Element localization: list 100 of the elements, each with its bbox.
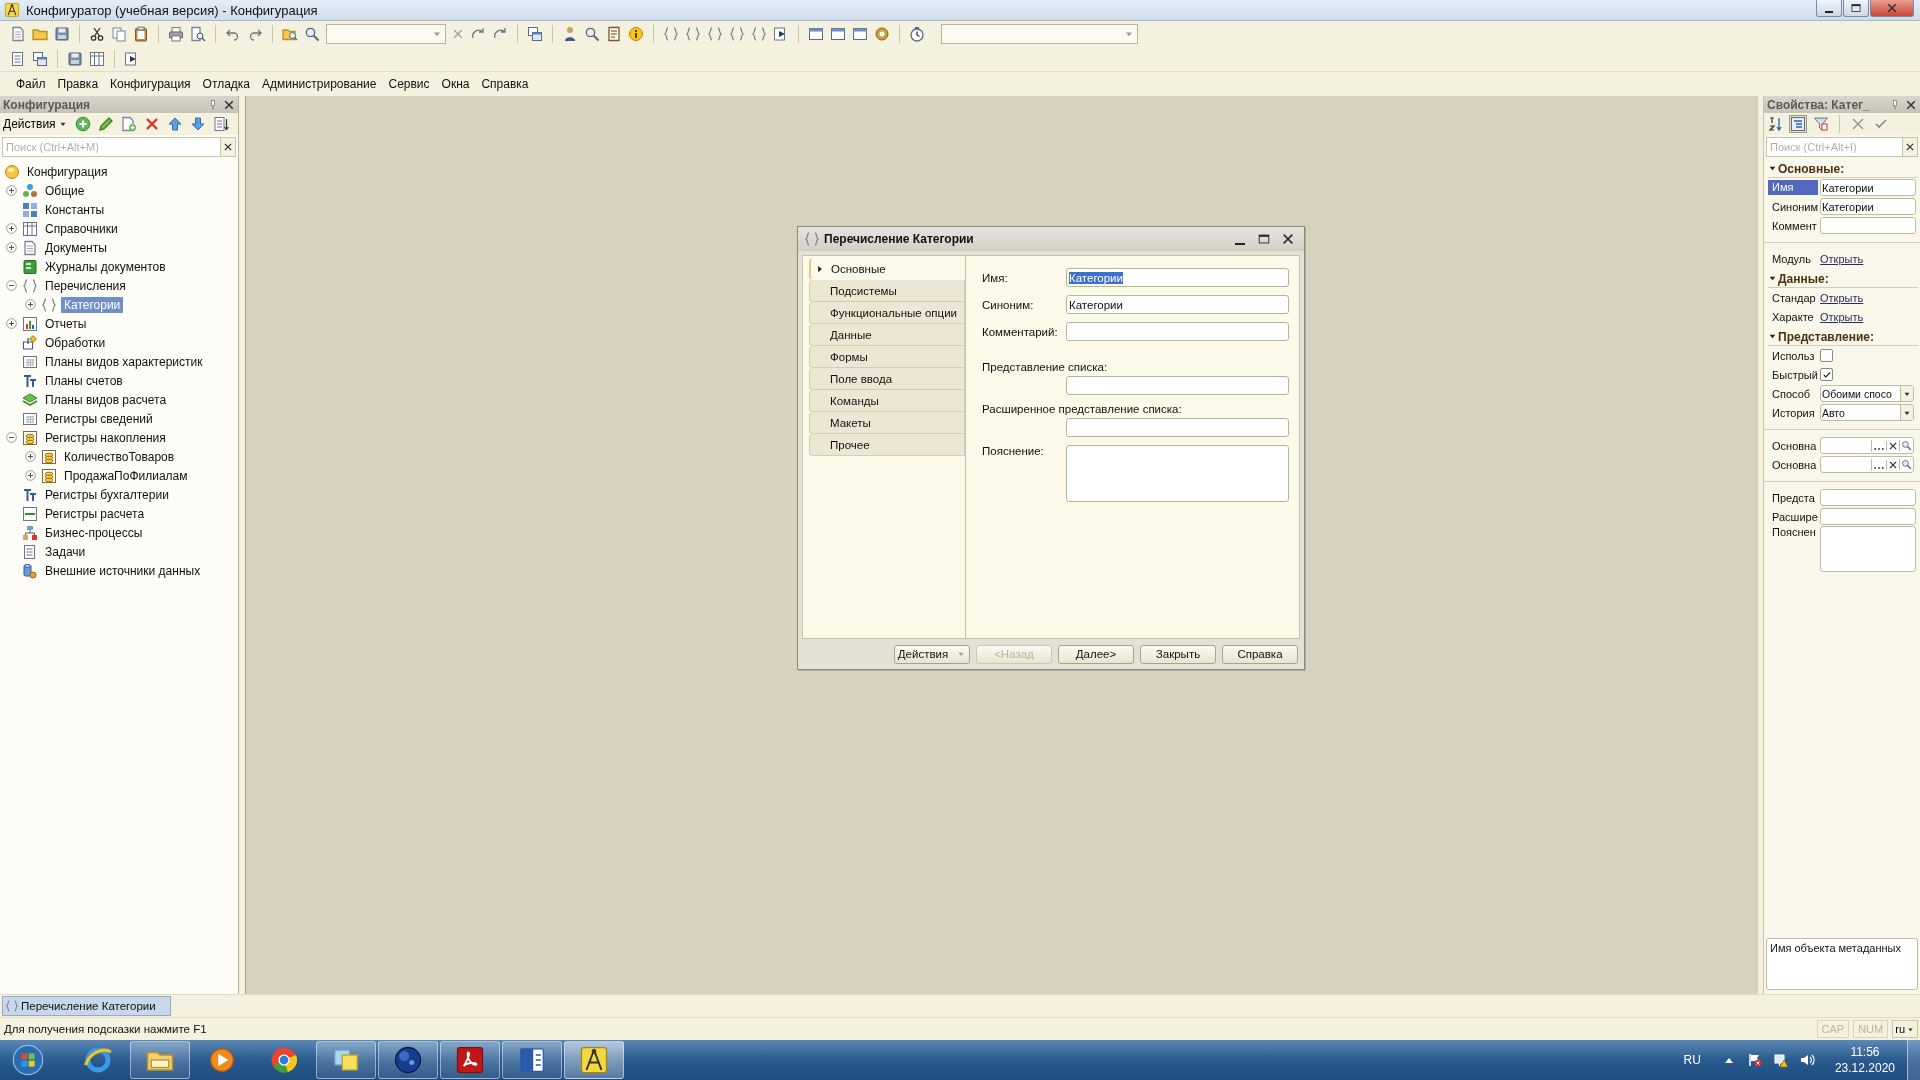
tree-item[interactable]: Общие <box>42 182 88 199</box>
menu-item[interactable]: Администрирование <box>256 77 383 91</box>
close-button[interactable] <box>1870 0 1914 17</box>
tree-item[interactable]: Обработки <box>42 334 109 351</box>
combo-field[interactable] <box>941 24 1138 44</box>
info-icon[interactable] <box>628 26 644 42</box>
property-label[interactable]: Синоним <box>1768 200 1818 213</box>
property-label[interactable]: Характе <box>1768 310 1818 323</box>
open-link[interactable]: Открыть <box>1820 291 1864 304</box>
clear-button[interactable] <box>220 137 236 157</box>
collapse-icon[interactable] <box>1768 164 1777 173</box>
text-field[interactable]: Категории <box>1066 295 1289 314</box>
expander-icon[interactable] <box>5 280 17 291</box>
close-icon[interactable] <box>1905 98 1917 111</box>
collapse-icon[interactable] <box>1768 274 1777 283</box>
menu-item[interactable]: Окна <box>435 77 476 91</box>
language-button[interactable]: ru <box>1892 1020 1918 1038</box>
sort-icon[interactable] <box>212 116 229 132</box>
maximize-button[interactable] <box>1843 0 1869 17</box>
search-icon[interactable] <box>1899 459 1913 470</box>
expander-icon[interactable] <box>5 223 17 234</box>
flag-icon[interactable] <box>1746 1052 1763 1068</box>
taskbar-button[interactable] <box>378 1041 438 1079</box>
figure-icon[interactable] <box>562 26 578 42</box>
sort-icon[interactable] <box>1767 116 1783 132</box>
language-indicator[interactable]: RU <box>1683 1053 1701 1067</box>
tree-item[interactable]: Планы видов характеристик <box>42 353 206 370</box>
search-field[interactable]: Поиск (Ctrl+Alt+M) <box>2 137 220 157</box>
taskbar-button[interactable] <box>502 1041 562 1079</box>
tree-item[interactable]: Внешние источники данных <box>42 562 204 579</box>
menu-item[interactable]: Файл <box>10 77 52 91</box>
text-field[interactable] <box>1066 418 1289 437</box>
tab[interactable]: Макеты <box>809 412 965 434</box>
tree-item[interactable]: ПродажаПоФилиалам <box>61 467 191 484</box>
pencil-icon[interactable] <box>97 116 114 132</box>
clock-time[interactable]: 11:56 <box>1850 1045 1880 1059</box>
folder-search-icon[interactable] <box>282 26 298 42</box>
network-icon[interactable] <box>1772 1052 1789 1068</box>
property-label[interactable]: Стандар <box>1768 291 1818 304</box>
filter-icon[interactable] <box>1813 116 1829 132</box>
tab[interactable]: Функциональные опции <box>809 302 965 324</box>
tree-item[interactable]: Конфигурация <box>24 163 111 180</box>
window-tab[interactable]: Перечисление Категории <box>2 996 171 1016</box>
text-field[interactable]: Категории <box>1820 179 1916 196</box>
text-field[interactable] <box>1066 376 1289 395</box>
property-label[interactable]: Модуль <box>1768 252 1818 265</box>
tree-item[interactable]: Планы счетов <box>42 372 126 389</box>
tab[interactable]: Формы <box>809 346 965 368</box>
tab[interactable]: Данные <box>809 324 965 346</box>
menu-item[interactable]: Конфигурация <box>104 77 197 91</box>
property-label[interactable]: Быстрый <box>1768 368 1818 381</box>
speaker-icon[interactable] <box>1798 1052 1815 1068</box>
search-field[interactable]: Поиск (Ctrl+Alt+I) <box>1766 137 1902 157</box>
clock-icon[interactable] <box>909 26 925 42</box>
list-icon[interactable] <box>10 51 26 67</box>
window-icon[interactable] <box>830 26 846 42</box>
open-link[interactable]: Открыть <box>1820 252 1864 265</box>
up-arrow-icon[interactable] <box>166 116 183 132</box>
text-field[interactable] <box>1820 489 1916 506</box>
dropdown-button[interactable] <box>1900 405 1913 420</box>
tree-item[interactable]: Регистры накопления <box>42 429 169 446</box>
close-icon[interactable] <box>223 98 235 111</box>
tree-item[interactable]: Регистры бухгалтерии <box>42 486 172 503</box>
page-icon[interactable] <box>10 26 26 42</box>
checkbox[interactable] <box>1820 368 1833 381</box>
text-field[interactable] <box>1066 322 1289 341</box>
ellipsis-icon[interactable] <box>1871 458 1886 471</box>
clear-icon[interactable] <box>1886 459 1899 470</box>
window-icon[interactable] <box>808 26 824 42</box>
expander-icon[interactable] <box>5 185 17 196</box>
copy-icon[interactable] <box>111 26 127 42</box>
tree-item[interactable]: Бизнес-процессы <box>42 524 146 541</box>
tree-item[interactable]: Регистры расчета <box>42 505 148 522</box>
expander-icon[interactable] <box>5 242 17 253</box>
tab[interactable]: Прочее <box>809 434 965 456</box>
windows-icon[interactable] <box>527 26 543 42</box>
search-icon[interactable] <box>304 26 320 42</box>
tree-item[interactable]: Документы <box>42 239 110 256</box>
dropdown-button[interactable] <box>1900 386 1913 401</box>
search-icon[interactable] <box>584 26 600 42</box>
dialog-button[interactable]: Закрыть <box>1140 644 1216 664</box>
property-label[interactable]: Пояснен <box>1768 526 1818 538</box>
tab[interactable]: Поле ввода <box>809 368 965 390</box>
clear-icon[interactable] <box>1886 440 1899 451</box>
clock-date[interactable]: 23.12.2020 <box>1834 1061 1895 1075</box>
tree-item[interactable]: Планы видов расчета <box>42 391 170 408</box>
braces-icon[interactable] <box>751 26 767 42</box>
braces-icon[interactable] <box>685 26 701 42</box>
menu-item[interactable]: Правка <box>51 77 105 91</box>
checkbox[interactable] <box>1820 349 1833 362</box>
tree-item[interactable]: Перечисления <box>42 277 129 294</box>
tab[interactable]: Подсистемы <box>809 280 965 302</box>
open-link[interactable]: Открыть <box>1820 310 1864 323</box>
windows-icon[interactable] <box>32 51 48 67</box>
document-icon[interactable] <box>606 26 622 42</box>
text-field[interactable]: Категории <box>1820 198 1916 215</box>
property-label[interactable]: Основна <box>1768 439 1818 452</box>
show-desktop-button[interactable] <box>1907 1040 1920 1080</box>
tree-view-icon[interactable] <box>1790 116 1806 132</box>
folder-icon[interactable] <box>32 26 48 42</box>
